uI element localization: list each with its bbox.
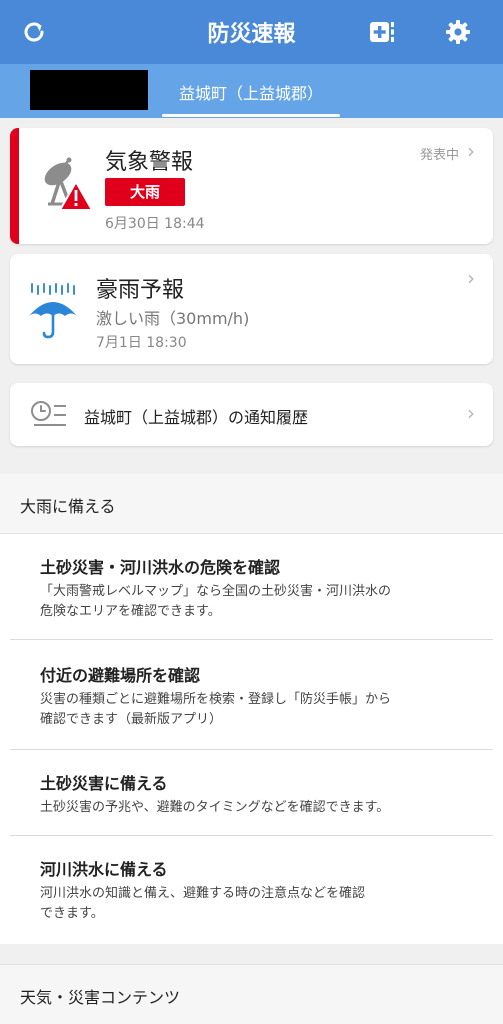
prepare-section-header: 大雨に備える bbox=[0, 474, 503, 534]
list-item-description: 土砂災害の予兆や、避難のタイミングなどを確認できます。 bbox=[40, 800, 390, 815]
contents-section-title: 天気・災害コンテンツ bbox=[20, 988, 181, 1007]
list-item-title: 河川洪水に備える bbox=[40, 860, 168, 879]
history-clock-icon bbox=[30, 400, 70, 434]
warning-accent-bar bbox=[10, 128, 19, 244]
warning-status: 発表中 bbox=[419, 148, 459, 163]
forecast-description: 激しい雨（30mm/h) bbox=[96, 309, 250, 328]
app-header: 防災速報 bbox=[0, 0, 503, 64]
forecast-title: 豪雨予報 bbox=[96, 278, 185, 303]
notification-history-card[interactable]: 益城町（上益城郡）の通知履歴 › bbox=[10, 383, 493, 446]
history-label: 益城町（上益城郡）の通知履歴 bbox=[84, 408, 309, 427]
app-title: 防災速報 bbox=[207, 22, 296, 47]
list-item-description: 河川洪水の知識と備え、避難する時の注意点などを確認 できます。 bbox=[40, 886, 366, 921]
forecast-time: 7月1日 18:30 bbox=[96, 335, 187, 351]
warning-time: 6月30日 18:44 bbox=[105, 216, 205, 232]
list-item-title: 土砂災害・河川洪水の危険を確認 bbox=[40, 558, 281, 577]
prepare-list: 土砂災害・河川洪水の危険を確認 「大雨警戒レベルマップ」なら全国の土砂災害・河川… bbox=[0, 534, 503, 944]
weather-warning-card[interactable]: 気象警報 大雨 6月30日 18:44 発表中 › bbox=[10, 128, 493, 244]
gear-icon[interactable] bbox=[440, 14, 476, 50]
list-item-evacuation-sites[interactable]: 付近の避難場所を確認 災害の種類ごとに避難場所を検索・登録し「防災手帳」から 確… bbox=[0, 640, 503, 750]
tab-mashiki[interactable]: 益城町（上益城郡） bbox=[158, 64, 344, 118]
redacted-tab[interactable] bbox=[30, 70, 148, 110]
contents-section-header: 天気・災害コンテンツ bbox=[0, 964, 503, 1024]
warning-title: 気象警報 bbox=[105, 150, 194, 175]
list-item-title: 土砂災害に備える bbox=[40, 774, 168, 793]
umbrella-rain-icon bbox=[26, 282, 82, 344]
warning-antenna-icon bbox=[38, 154, 94, 216]
list-item-river-flood-prep[interactable]: 河川洪水に備える 河川洪水の知識と備え、避難する時の注意点などを確認 できます。 bbox=[0, 836, 503, 944]
tab-label: 益城町（上益城郡） bbox=[178, 84, 323, 103]
chevron-right-icon: › bbox=[467, 401, 475, 425]
chevron-right-icon: › bbox=[467, 266, 475, 290]
chevron-right-icon: › bbox=[467, 139, 475, 163]
heavy-rain-forecast-card[interactable]: 豪雨予報 激しい雨（30mm/h) 7月1日 18:30 › bbox=[10, 254, 493, 364]
list-item-landslide-flood-risk[interactable]: 土砂災害・河川洪水の危険を確認 「大雨警戒レベルマップ」なら全国の土砂災害・河川… bbox=[0, 534, 503, 640]
list-item-title: 付近の避難場所を確認 bbox=[40, 666, 201, 685]
prepare-section-title: 大雨に備える bbox=[20, 497, 116, 516]
list-item-description: 「大雨警戒レベルマップ」なら全国の土砂災害・河川洪水の 危険なエリアを確認できま… bbox=[40, 584, 392, 619]
list-item-description: 災害の種類ごとに避難場所を検索・登録し「防災手帳」から 確認できます（最新版アプ… bbox=[40, 692, 392, 727]
add-location-icon[interactable] bbox=[364, 14, 400, 50]
list-item-landslide-prep[interactable]: 土砂災害に備える 土砂災害の予兆や、避難のタイミングなどを確認できます。 bbox=[0, 750, 503, 836]
active-tab-indicator bbox=[162, 114, 340, 117]
location-tab-bar: 益城町（上益城郡） bbox=[0, 64, 503, 118]
heavy-rain-badge: 大雨 bbox=[105, 178, 185, 206]
